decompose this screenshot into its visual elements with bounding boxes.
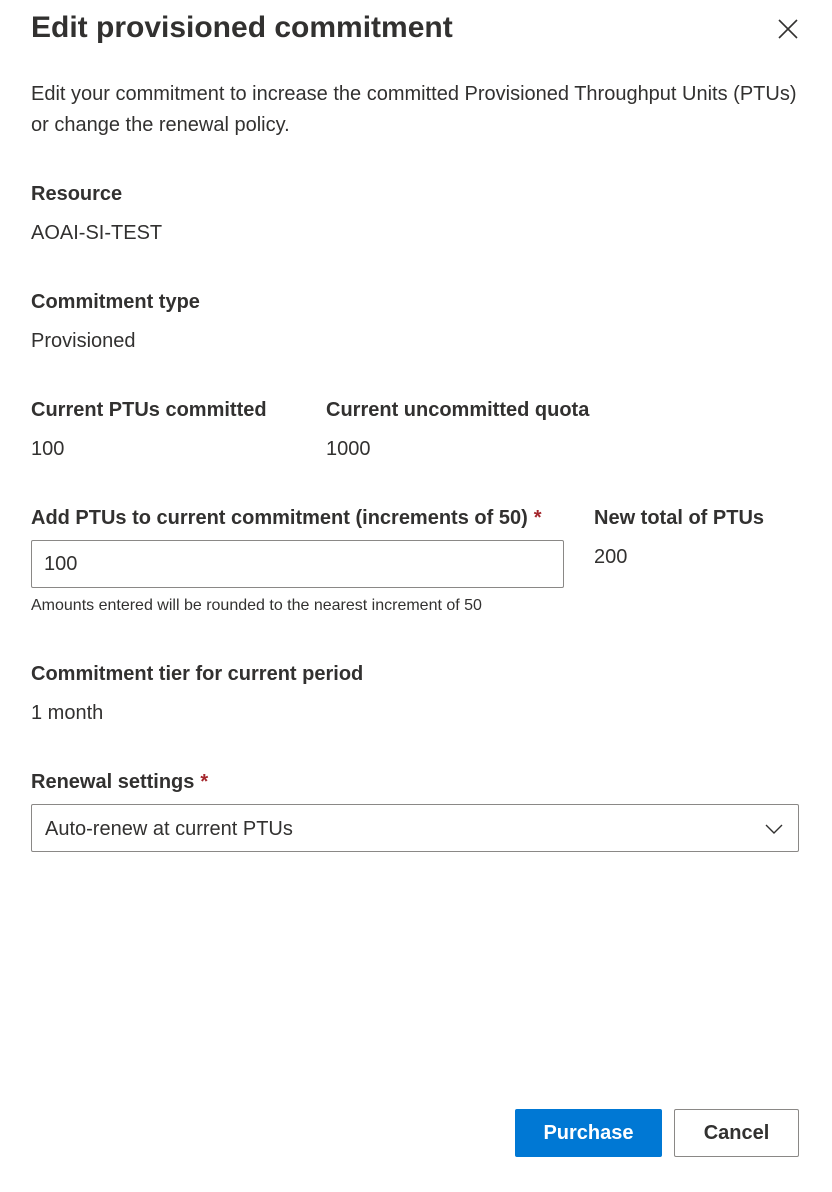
cancel-button[interactable]: Cancel <box>674 1109 799 1157</box>
renewal-settings-dropdown[interactable]: Auto-renew at current PTUs <box>31 804 799 852</box>
add-ptus-label: Add PTUs to current commitment (incremen… <box>31 504 542 532</box>
renewal-settings-selected: Auto-renew at current PTUs <box>45 818 293 840</box>
commitment-tier-value: 1 month <box>31 702 104 724</box>
current-ptus-value: 100 <box>31 438 65 460</box>
uncommitted-quota-label: Current uncommitted quota <box>326 399 590 421</box>
commitment-tier-label: Commitment tier for current period <box>31 663 364 685</box>
close-button[interactable] <box>772 13 804 45</box>
current-ptus-label: Current PTUs committed <box>31 399 267 421</box>
panel-title: Edit provisioned commitment <box>31 11 453 44</box>
required-indicator: * <box>200 771 209 793</box>
uncommitted-quota-value: 1000 <box>326 438 371 460</box>
add-ptus-label-text: Add PTUs to current commitment (incremen… <box>31 507 528 529</box>
new-total-value: 200 <box>594 546 628 568</box>
purchase-button[interactable]: Purchase <box>515 1109 662 1157</box>
required-indicator: * <box>533 507 542 529</box>
add-ptus-helper-text: Amounts entered will be rounded to the n… <box>31 597 482 614</box>
commitment-type-label: Commitment type <box>31 291 200 313</box>
chevron-down-icon <box>765 824 783 834</box>
add-ptus-input[interactable] <box>31 540 564 588</box>
panel-description: Edit your commitment to increase the com… <box>31 83 797 136</box>
new-total-label: New total of PTUs <box>594 507 765 529</box>
renewal-settings-label-text: Renewal settings <box>31 771 195 793</box>
close-icon <box>778 19 798 39</box>
resource-label: Resource <box>31 183 123 205</box>
resource-value: AOAI-SI-TEST <box>31 222 163 244</box>
renewal-settings-label: Renewal settings * <box>31 768 208 796</box>
commitment-type-value: Provisioned <box>31 330 136 352</box>
